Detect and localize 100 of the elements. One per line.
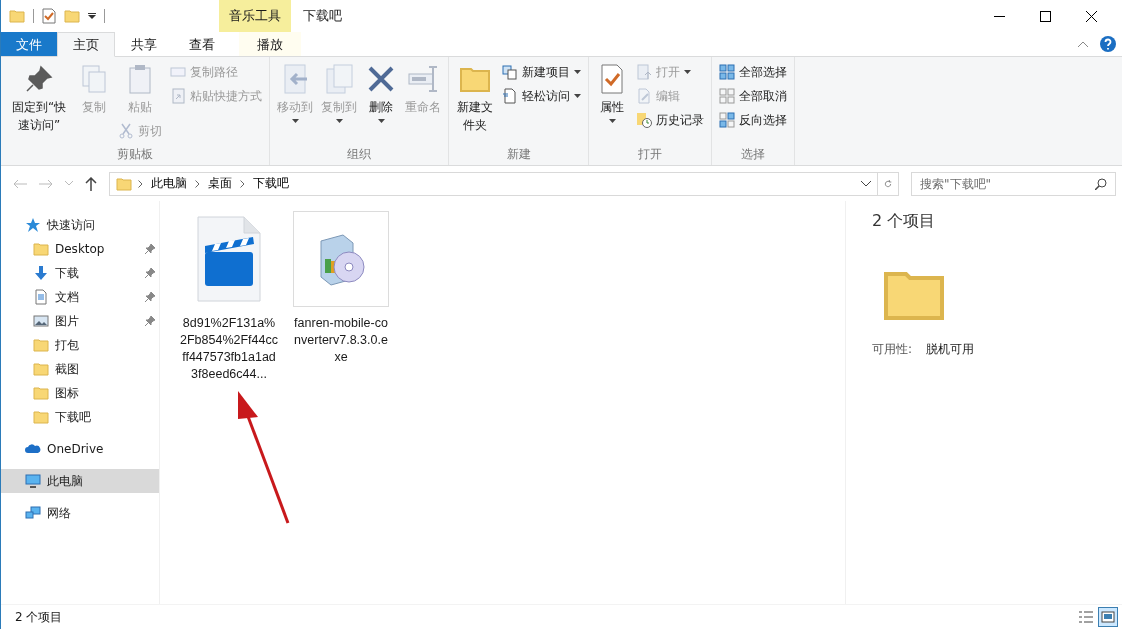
back-arrow-icon — [13, 178, 27, 189]
maximize-icon — [1039, 10, 1051, 22]
invert-selection-icon — [719, 112, 735, 128]
document-icon — [33, 289, 49, 305]
nav-item[interactable]: 下载 — [1, 261, 159, 285]
folder-icon — [116, 175, 132, 192]
download-icon — [33, 265, 49, 281]
ribbon-button[interactable]: 历史记录 — [633, 109, 707, 131]
ribbon-button[interactable]: 新建项目 — [499, 61, 584, 83]
nav-item[interactable]: 快速访问 — [1, 213, 159, 237]
path-icon — [170, 64, 186, 80]
folder-icon — [33, 241, 49, 257]
folder-icon — [33, 409, 49, 425]
folder-icon — [64, 8, 80, 24]
ribbon-group-label: 打开 — [637, 146, 663, 163]
large-icons-view-icon — [1101, 611, 1115, 623]
select-all-icon — [719, 64, 735, 80]
chevron-right-icon — [138, 179, 143, 188]
caret-icon — [574, 94, 581, 98]
ribbon-button[interactable]: 删除 — [362, 61, 400, 125]
details-view-icon — [1079, 611, 1093, 623]
help-icon[interactable] — [1100, 36, 1116, 52]
nav-item[interactable]: 打包 — [1, 333, 159, 357]
pin-icon — [145, 268, 155, 278]
select-none-icon — [719, 88, 735, 104]
caret-icon — [574, 70, 581, 74]
ribbon-tab[interactable]: 文件 — [1, 32, 57, 56]
file-name: 8d91%2F131a%2Fb854%2Ff44ccff447573fb1a1ad3f8eed6c44... — [180, 315, 278, 383]
window-title: 下载吧 — [302, 7, 343, 25]
nav-item[interactable]: 下载吧 — [1, 405, 159, 429]
computer-icon — [25, 473, 41, 489]
edit-icon — [636, 88, 652, 104]
property-value: 脱机可用 — [926, 341, 975, 358]
nav-item[interactable]: 文档 — [1, 285, 159, 309]
ribbon-tab[interactable]: 共享 — [115, 32, 173, 56]
ribbon-button[interactable]: 全部选择 — [716, 61, 790, 83]
video-file-icon — [197, 216, 261, 302]
ribbon-button[interactable]: 全部取消 — [716, 85, 790, 107]
breadcrumb[interactable]: 下载吧 — [251, 175, 291, 192]
nav-item[interactable]: OneDrive — [1, 437, 159, 461]
folder-icon — [33, 385, 49, 401]
folder-icon — [33, 361, 49, 377]
pin-icon — [145, 292, 155, 302]
caret-icon — [608, 119, 616, 123]
ribbon-tab[interactable]: 播放 — [239, 32, 301, 56]
pin-icon — [145, 316, 155, 326]
ribbon-group-label: 组织 — [346, 146, 372, 163]
search-icon — [1095, 177, 1107, 190]
caret-icon — [335, 119, 343, 123]
address-bar[interactable]: 此电脑 桌面 下载吧 — [109, 171, 878, 196]
shortcut-icon — [170, 88, 186, 104]
status-text: 2 个项目 — [15, 608, 63, 626]
ribbon-button[interactable]: 新建文件夹 — [453, 61, 497, 136]
copy-to-icon — [323, 63, 355, 95]
caret-icon[interactable] — [88, 13, 96, 19]
nav-item[interactable]: 此电脑 — [1, 469, 159, 493]
ribbon-button[interactable]: 固定到“快速访问” — [5, 61, 73, 136]
nav-item[interactable]: Desktop — [1, 237, 159, 261]
ribbon-button[interactable]: 轻松访问 — [499, 85, 584, 107]
minimize-icon — [993, 15, 1005, 17]
properties-icon — [42, 8, 56, 24]
close-icon — [1085, 10, 1097, 22]
view-button[interactable] — [1098, 607, 1118, 627]
caret-icon — [684, 70, 691, 74]
caret-icon — [291, 119, 299, 123]
details-title: 2 个项目 — [872, 211, 937, 232]
open-icon — [636, 64, 652, 80]
nav-item[interactable]: 图标 — [1, 381, 159, 405]
chevron-right-icon — [240, 179, 245, 188]
ribbon-tab[interactable]: 查看 — [173, 32, 231, 56]
nav-item[interactable]: 网络 — [1, 501, 159, 525]
picture-icon — [33, 313, 49, 329]
chevron-up-icon[interactable] — [1078, 41, 1088, 47]
breadcrumb[interactable]: 桌面 — [206, 175, 234, 192]
star-icon — [25, 217, 41, 233]
chevron-down-icon — [65, 181, 73, 186]
scissors-icon — [118, 123, 134, 139]
breadcrumb[interactable]: 此电脑 — [149, 175, 189, 192]
search-field[interactable]: 搜索"下载吧" — [911, 171, 1116, 196]
network-icon — [25, 505, 41, 521]
caret-icon — [377, 119, 385, 123]
file-name: fanren-mobile-converterv7.8.3.0.exe — [293, 315, 389, 366]
folder-icon — [9, 8, 25, 24]
nav-item[interactable]: 截图 — [1, 357, 159, 381]
pin-icon — [145, 244, 155, 254]
chevron-right-icon — [195, 179, 200, 188]
file-thumbnail[interactable] — [293, 211, 389, 307]
nav-item[interactable]: 图片 — [1, 309, 159, 333]
ribbon-group-label: 选择 — [740, 146, 766, 163]
forward-arrow-icon — [39, 178, 53, 189]
ribbon-button[interactable]: 反向选择 — [716, 109, 790, 131]
up-arrow-icon — [85, 176, 97, 191]
folder-icon — [33, 337, 49, 353]
rename-icon — [407, 63, 439, 95]
ribbon-button[interactable]: 属性 — [593, 61, 631, 125]
refresh-button[interactable] — [877, 171, 899, 196]
ribbon-tab[interactable]: 主页 — [57, 32, 115, 57]
context-tab-group: 音乐工具 — [219, 0, 291, 32]
refresh-icon — [884, 177, 892, 190]
new-item-icon — [502, 64, 518, 80]
